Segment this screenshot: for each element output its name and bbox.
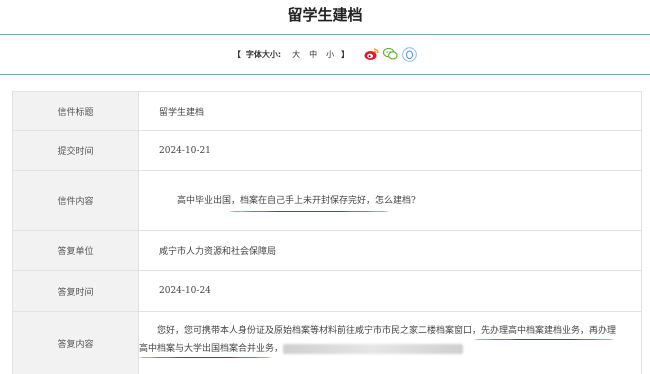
row-label: 答复时间 bbox=[13, 271, 139, 311]
submit-time-value: 2024-10-21 bbox=[159, 145, 211, 156]
table-row: 提交时间 2024-10-21 bbox=[13, 131, 641, 171]
row-label: 答复内容 bbox=[13, 312, 139, 374]
divider-bottom bbox=[0, 74, 650, 75]
weibo-icon[interactable] bbox=[364, 47, 379, 62]
font-size-medium[interactable]: 中 bbox=[309, 49, 317, 60]
redacted-text: ██████████████████████████ bbox=[283, 344, 463, 354]
reply-time-value: 2024-10-24 bbox=[159, 286, 211, 296]
divider-top bbox=[0, 34, 650, 35]
red-underline bbox=[139, 357, 271, 358]
bracket-open: 【 bbox=[232, 49, 241, 59]
font-size-toolbar: 【 字体大小: 大 中 小 】 bbox=[0, 44, 650, 64]
row-label: 提交时间 bbox=[13, 131, 139, 170]
red-underline bbox=[474, 339, 614, 340]
row-label: 信件标题 bbox=[13, 92, 139, 130]
bracket-close: 】 bbox=[341, 49, 350, 59]
reply-content-value: 您好，您可携带本人身份证及原始档案等材料前往咸宁市市民之家二楼档案窗口，先办理高… bbox=[139, 322, 616, 358]
font-size-large[interactable]: 大 bbox=[292, 49, 300, 60]
table-row: 答复时间 2024-10-24 bbox=[13, 271, 641, 312]
reply-unit-value: 咸宁市人力资源和社会保障局 bbox=[159, 247, 277, 257]
share-buttons bbox=[364, 46, 417, 62]
red-underline bbox=[229, 210, 389, 212]
row-label: 信件内容 bbox=[13, 171, 139, 230]
qq-icon[interactable] bbox=[402, 46, 417, 62]
table-row: 答复内容 您好，您可携带本人身份证及原始档案等材料前往咸宁市市民之家二楼档案窗口… bbox=[13, 312, 641, 374]
reply-content-cell: 您好，您可携带本人身份证及原始档案等材料前往咸宁市市民之家二楼档案窗口，先办理高… bbox=[139, 312, 641, 374]
page-title: 留学生建档 bbox=[287, 6, 363, 24]
letter-title-value: 留学生建档 bbox=[159, 107, 205, 118]
table-row: 信件标题 留学生建档 bbox=[13, 92, 641, 131]
letter-content-cell: 高中毕业出国，档案在自己手上未开封保存完好，怎么建档? bbox=[139, 171, 641, 230]
font-size-small[interactable]: 小 bbox=[326, 49, 334, 60]
letter-content-value: 高中毕业出国，档案在自己手上未开封保存完好，怎么建档? bbox=[159, 192, 416, 212]
letter-detail-table: 信件标题 留学生建档 提交时间 2024-10-21 信件内容 高中毕业出国，档… bbox=[12, 91, 642, 374]
wechat-icon[interactable] bbox=[383, 47, 398, 62]
font-size-label: 字体大小: bbox=[245, 49, 282, 59]
row-label: 答复单位 bbox=[13, 231, 139, 270]
table-row: 信件内容 高中毕业出国，档案在自己手上未开封保存完好，怎么建档? bbox=[13, 171, 641, 231]
table-row: 答复单位 咸宁市人力资源和社会保障局 bbox=[13, 231, 641, 271]
